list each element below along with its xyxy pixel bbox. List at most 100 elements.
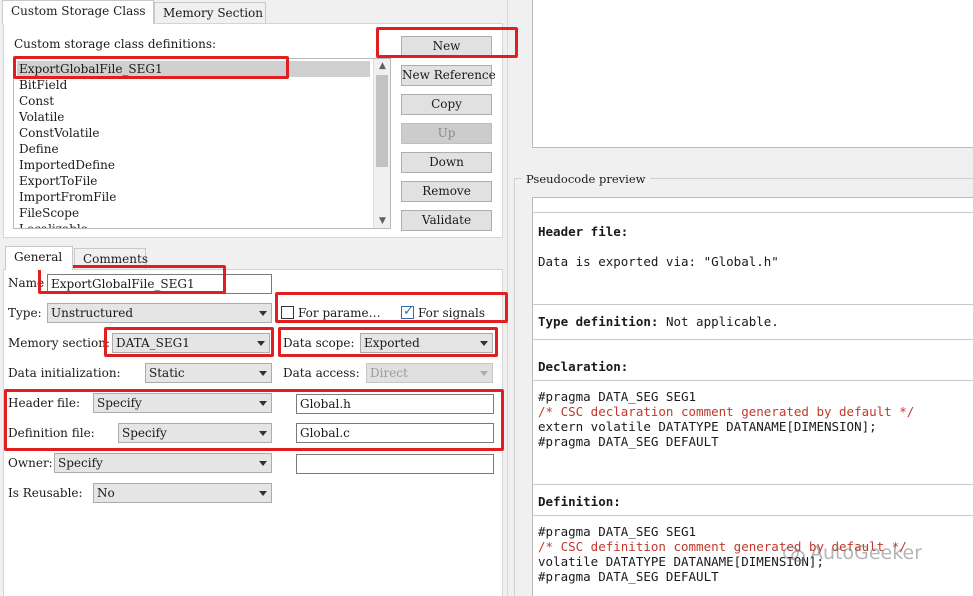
- data-access-value: Direct: [370, 366, 408, 380]
- type-definition-heading: Type definition: Not applicable.: [538, 314, 779, 329]
- separator: [533, 515, 973, 516]
- type-select[interactable]: Unstructured: [47, 303, 272, 323]
- type-select-value: Unstructured: [51, 306, 134, 320]
- type-label: Type:: [8, 306, 42, 320]
- is-reusable-label: Is Reusable:: [8, 486, 83, 500]
- chevron-down-icon: [259, 491, 267, 496]
- separator: [533, 304, 973, 305]
- memory-section-value: DATA_SEG1: [116, 336, 190, 350]
- data-access-label: Data access:: [283, 366, 360, 380]
- tab-memory-section[interactable]: Memory Section: [154, 2, 266, 24]
- memory-section-select[interactable]: DATA_SEG1: [112, 333, 270, 353]
- scroll-thumb[interactable]: [376, 75, 388, 167]
- chevron-down-icon: [259, 371, 267, 376]
- tab-custom-storage-class[interactable]: Custom Storage Class: [2, 0, 154, 24]
- wechat-logo-icon: [783, 545, 805, 563]
- type-definition-text: Not applicable.: [665, 314, 779, 329]
- list-item[interactable]: FileScope: [17, 205, 79, 221]
- chevron-down-icon: [257, 341, 265, 346]
- tab-comments[interactable]: Comments: [74, 248, 148, 270]
- list-item[interactable]: ImportedDefine: [17, 157, 115, 173]
- definitions-label: Custom storage class definitions:: [14, 37, 217, 51]
- definition-file-label: Definition file:: [8, 426, 95, 440]
- list-item[interactable]: ExportGlobalFile_SEG1: [17, 61, 370, 77]
- pseudocode-preview-title: Pseudocode preview: [522, 172, 650, 186]
- definition-line: volatile DATATYPE DATANAME[DIMENSION];: [538, 554, 824, 569]
- header-file-field[interactable]: Global.h: [296, 394, 494, 414]
- declaration-heading: Declaration:: [538, 359, 629, 374]
- header-file-mode-select[interactable]: Specify: [93, 393, 272, 413]
- declaration-comment-line: /* CSC declaration comment generated by …: [538, 404, 915, 419]
- down-button[interactable]: Down: [401, 152, 492, 173]
- separator: [533, 484, 973, 485]
- chevron-down-icon: [259, 461, 267, 466]
- is-reusable-value: No: [97, 486, 115, 500]
- data-scope-select[interactable]: Exported: [360, 333, 493, 353]
- chevron-down-icon: [480, 371, 488, 376]
- data-scope-label: Data scope:: [283, 336, 355, 350]
- separator: [533, 339, 973, 340]
- definition-file-field[interactable]: Global.c: [296, 423, 494, 443]
- scroll-down-arrow-icon[interactable]: ▼: [374, 214, 390, 228]
- remove-button[interactable]: Remove: [401, 181, 492, 202]
- list-item[interactable]: Define: [17, 141, 59, 157]
- chevron-down-icon: [259, 401, 267, 406]
- new-button[interactable]: New: [401, 36, 492, 57]
- for-parameters-checkbox[interactable]: [281, 306, 294, 319]
- declaration-line: #pragma DATA_SEG SEG1: [538, 389, 697, 404]
- declaration-line: extern volatile DATATYPE DATANAME[DIMENS…: [538, 419, 877, 434]
- owner-mode-value: Specify: [58, 456, 103, 470]
- chevron-down-icon: [259, 311, 267, 316]
- list-item[interactable]: Const: [17, 93, 54, 109]
- checkmark-icon: ✓: [403, 304, 414, 319]
- data-scope-value: Exported: [364, 336, 420, 350]
- definitions-scrollbar[interactable]: ▲ ▼: [373, 59, 390, 228]
- owner-field[interactable]: [296, 454, 494, 474]
- data-initialization-select[interactable]: Static: [145, 363, 272, 383]
- header-file-heading: Header file:: [538, 224, 629, 239]
- header-file-label: Header file:: [8, 396, 81, 410]
- data-initialization-label: Data initialization:: [8, 366, 121, 380]
- new-reference-button[interactable]: New Reference: [401, 65, 496, 86]
- definition-line: #pragma DATA_SEG DEFAULT: [538, 569, 719, 584]
- copy-button[interactable]: Copy: [401, 94, 492, 115]
- for-parameters-label: For parame…: [298, 306, 381, 320]
- data-initialization-value: Static: [149, 366, 185, 380]
- owner-label: Owner:: [8, 456, 53, 470]
- list-item[interactable]: BitField: [17, 77, 67, 93]
- data-access-select[interactable]: Direct: [366, 363, 493, 383]
- separator: [533, 380, 973, 381]
- list-item[interactable]: ImportFromFile: [17, 189, 116, 205]
- chevron-down-icon: [480, 341, 488, 346]
- declaration-line: #pragma DATA_SEG DEFAULT: [538, 434, 719, 449]
- memory-section-label: Memory section:: [8, 336, 110, 350]
- scroll-up-arrow-icon[interactable]: ▲: [374, 59, 390, 73]
- list-item[interactable]: Localizable: [17, 221, 88, 228]
- type-definition-title: Type definition:: [538, 314, 659, 329]
- watermark-text: AutoGeeker: [810, 542, 923, 564]
- definition-file-mode-value: Specify: [122, 426, 167, 440]
- chevron-down-icon: [259, 431, 267, 436]
- pseudocode-preview: Header file: Data is exported via: "Glob…: [532, 197, 973, 596]
- definitions-list[interactable]: ExportGlobalFile_SEG1 BitField Const Vol…: [13, 58, 391, 229]
- splitter[interactable]: [507, 0, 508, 596]
- name-label: Name: [8, 276, 45, 290]
- up-button[interactable]: Up: [401, 123, 492, 144]
- owner-mode-select[interactable]: Specify: [54, 453, 272, 473]
- list-item[interactable]: ExportToFile: [17, 173, 97, 189]
- definition-file-mode-select[interactable]: Specify: [118, 423, 272, 443]
- validate-button[interactable]: Validate: [401, 210, 492, 231]
- definition-line: #pragma DATA_SEG SEG1: [538, 524, 697, 539]
- list-item[interactable]: ConstVolatile: [17, 125, 100, 141]
- is-reusable-select[interactable]: No: [93, 483, 272, 503]
- for-signals-label: For signals: [418, 306, 486, 320]
- list-item[interactable]: Volatile: [17, 109, 64, 125]
- header-file-text: Data is exported via: "Global.h": [538, 254, 779, 269]
- definition-heading: Definition:: [538, 494, 621, 509]
- separator: [533, 212, 973, 213]
- tab-general[interactable]: General: [5, 246, 73, 270]
- for-signals-checkbox[interactable]: ✓: [401, 304, 414, 319]
- header-file-mode-value: Specify: [97, 396, 142, 410]
- name-field[interactable]: ExportGlobalFile_SEG1: [47, 274, 272, 294]
- description-area: [532, 0, 973, 148]
